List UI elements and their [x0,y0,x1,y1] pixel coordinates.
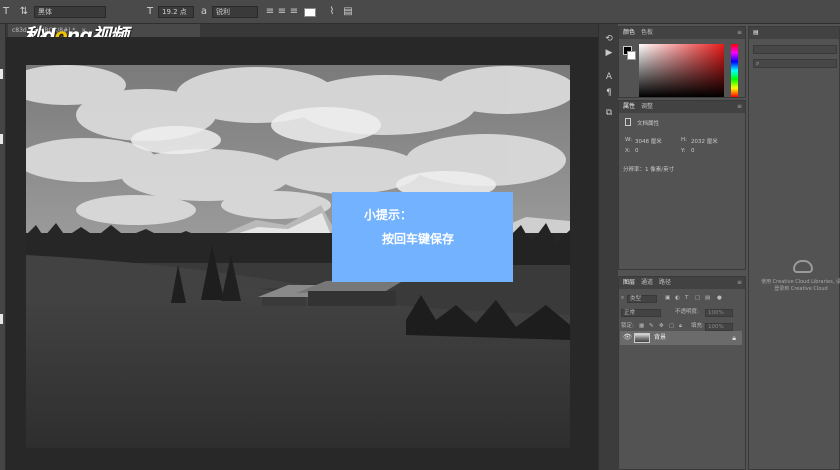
width-label: W: [625,137,632,143]
libraries-panel-tabs: ▤ [749,27,839,39]
visibility-eye-icon[interactable]: 👁︎ [623,333,632,341]
library-select[interactable] [753,45,837,54]
height-value[interactable]: 2032 厘米 [691,137,718,145]
tool-marker[interactable] [0,69,3,79]
text-color-swatch[interactable] [304,8,316,17]
filter-shape-icon[interactable]: □ [695,293,700,304]
color-picker-field[interactable] [639,44,724,97]
antialias-select[interactable]: 锐利 [212,6,258,18]
lock-label: 锁定: [621,323,634,329]
align-left-icon[interactable]: ≡ [264,6,276,18]
panel-menu-icon[interactable]: ≡ [737,27,742,39]
y-value[interactable]: 0 [691,148,695,154]
width-value[interactable]: 3048 厘米 [635,137,662,145]
y-label: Y: [681,148,686,154]
align-right-icon[interactable]: ≡ [288,6,300,18]
tab-color[interactable]: 颜色 [623,27,635,39]
layer-row-background[interactable]: 👁︎ 背景 🔒︎ [620,331,742,345]
collapsed-panel-strip: ⟲ ▶ A ¶ ⧉ [598,24,618,470]
hue-slider[interactable] [731,44,738,97]
history-icon[interactable]: ⟲ [604,34,614,44]
font-family-select[interactable]: 黑体 [34,6,106,18]
layer-lock-icon[interactable]: 🔒︎ [732,331,736,345]
actions-icon[interactable]: ▶ [604,48,614,58]
tab-properties[interactable]: 属性 [623,101,635,113]
tab-channels[interactable]: 通道 [641,277,653,289]
font-size-select[interactable]: 19.2 点 [158,6,194,18]
fill-field[interactable]: 100% [705,323,733,331]
panel-menu-icon[interactable]: ≡ [737,277,742,289]
tip-title: 小提示： [364,208,413,222]
tip-overlay: 小提示： 按回车键保存 [332,192,513,282]
layers-panel-tabs: 图层 通道 路径 ≡ [619,277,745,289]
tab-libraries-icon[interactable]: ▤ [753,27,759,39]
tab-paths[interactable]: 路径 [659,277,671,289]
color-panel: 颜色 色板 ≡ [618,26,746,98]
align-center-icon[interactable]: ≡ [276,6,288,18]
x-label: X: [625,148,631,154]
libraries-message: 使用 Creative Cloud Libraries, 请登录到 Creati… [761,279,840,292]
properties-section-title: 文档属性 [637,121,660,127]
height-label: H: [681,137,687,143]
background-color-swatch[interactable] [627,51,636,60]
character-panel-icon[interactable]: ▤ [342,6,354,18]
tool-marker[interactable] [0,134,3,144]
document-icon [625,118,631,126]
layer-thumbnail [634,333,650,343]
paragraph-icon[interactable]: ¶ [604,88,614,98]
character-icon[interactable]: A [604,72,614,82]
filter-smart-icon[interactable]: ▤ [705,293,710,304]
properties-panel-tabs: 属性 调整 ≡ [619,101,745,113]
tab-adjustments[interactable]: 调整 [641,101,653,113]
layers-panel: 图层 通道 路径 ≡ ⌕ 类型 ▣ ◐ T □ ▤ ● 正常 不透明度: 100… [618,276,746,470]
filter-adjust-icon[interactable]: ◐ [675,293,680,304]
layer-name: 背景 [654,334,667,341]
antialias-icon: a [200,6,208,17]
filter-pixel-icon[interactable]: ▣ [665,293,670,304]
warp-text-icon[interactable]: ⌇ [326,6,338,18]
creative-cloud-icon [793,260,813,273]
opacity-field[interactable]: 100% [705,309,733,317]
tab-swatches[interactable]: 色板 [641,27,653,39]
text-orientation-icon[interactable]: ⇅ [18,6,30,18]
color-panel-tabs: 颜色 色板 ≡ [619,27,745,39]
x-value[interactable]: 0 [635,148,639,154]
filter-search-icon: ⌕ [621,295,625,301]
layer-filter-select[interactable]: 类型 [627,295,657,303]
blend-mode-select[interactable]: 正常 [621,309,661,317]
tool-marker[interactable] [0,314,3,324]
blend-row: 正常 不透明度: 100% [621,307,743,318]
properties-panel: 属性 调整 ≡ 文档属性 W: 3048 厘米 H: 2032 厘米 X: 0 … [618,100,746,270]
filter-toggle-icon[interactable]: ● [717,293,722,304]
search-icon: ⌕ [756,60,760,67]
libraries-panel: ▤ ⌕ 使用 Creative Cloud Libraries, 请登录到 Cr… [748,26,840,470]
panel-menu-icon[interactable]: ≡ [737,101,742,113]
tip-body: 按回车键保存 [382,232,455,246]
tab-layers[interactable]: 图层 [623,277,635,289]
clone-source-icon[interactable]: ⧉ [604,108,614,118]
library-search-input[interactable]: ⌕ [753,59,837,68]
resolution-text: 分辨率：1 像素/英寸 [623,167,675,173]
font-size-icon: T [146,6,154,17]
filter-type-icon[interactable]: T [685,293,688,304]
opacity-label: 不透明度: [675,309,699,315]
type-tool-icon[interactable]: T [0,6,12,18]
layer-filter-row: ⌕ 类型 ▣ ◐ T □ ▤ ● [621,293,743,304]
